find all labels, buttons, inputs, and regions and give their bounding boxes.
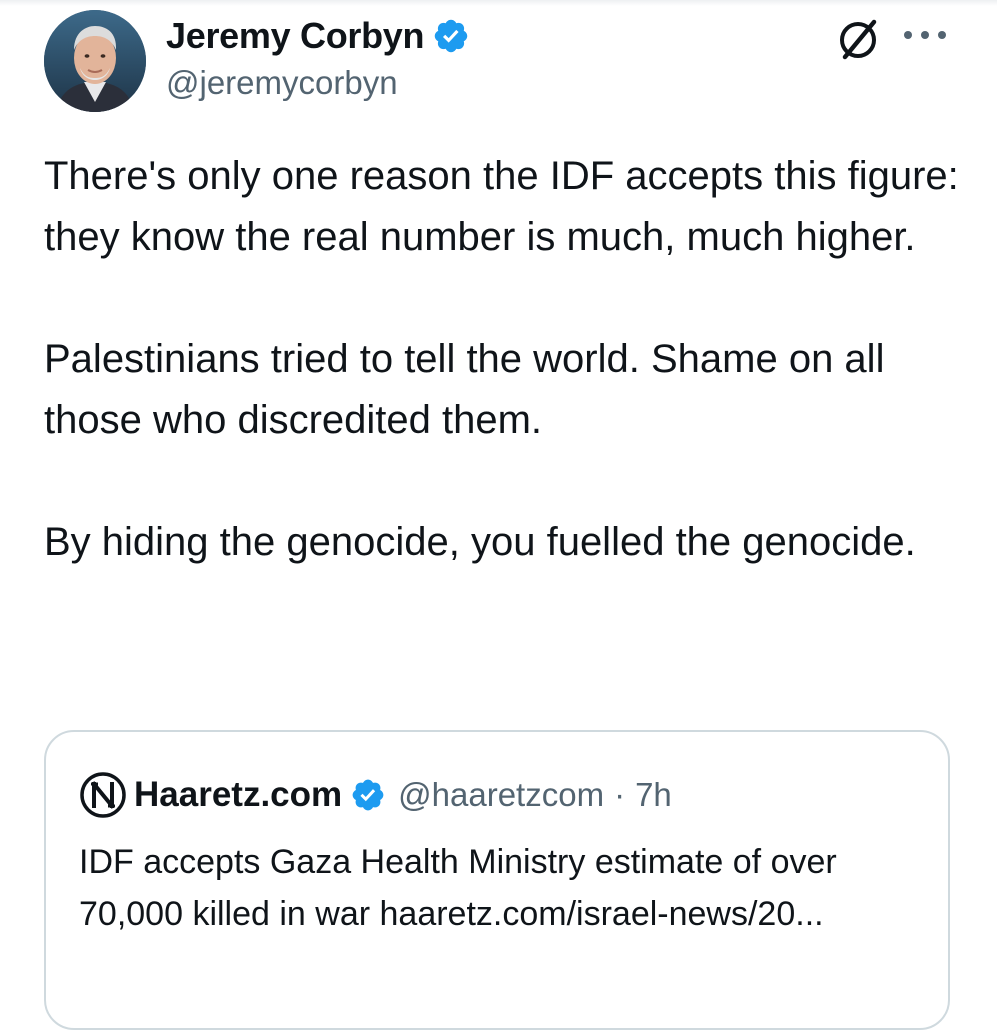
quoted-author-handle[interactable]: @haaretzcom xyxy=(398,776,604,814)
quoted-author-name[interactable]: Haaretz.com xyxy=(134,775,342,815)
post-text: There's only one reason the IDF accepts … xyxy=(44,146,964,573)
verified-badge-icon xyxy=(434,19,468,53)
author-display-name[interactable]: Jeremy Corbyn xyxy=(166,15,425,57)
post-paragraph: Palestinians tried to tell the world. Sh… xyxy=(44,337,885,442)
profile-avatar xyxy=(44,10,146,112)
meta-separator: · xyxy=(614,776,626,813)
avatar[interactable] xyxy=(44,10,146,112)
post-paragraph: There's only one reason the IDF accepts … xyxy=(44,154,959,259)
author-name-row: Jeremy Corbyn xyxy=(166,14,470,58)
post-paragraph: By hiding the genocide, you fuelled the … xyxy=(44,520,916,564)
author-handle[interactable]: @jeremycorbyn xyxy=(166,64,398,102)
more-options-icon[interactable] xyxy=(900,26,950,44)
quoted-post-text: IDF accepts Gaza Health Ministry estimat… xyxy=(79,843,837,933)
grok-icon[interactable] xyxy=(834,14,884,64)
top-edge xyxy=(0,0,997,6)
verified-badge-icon xyxy=(352,779,384,811)
quoted-post-card[interactable]: Haaretz.com @haaretzcom · 7h IDF accepts… xyxy=(44,730,950,1030)
haaretz-logo-icon xyxy=(80,772,126,818)
quoted-post-header: Haaretz.com @haaretzcom · 7h xyxy=(79,770,672,820)
quoted-post-timestamp[interactable]: 7h xyxy=(635,776,672,814)
